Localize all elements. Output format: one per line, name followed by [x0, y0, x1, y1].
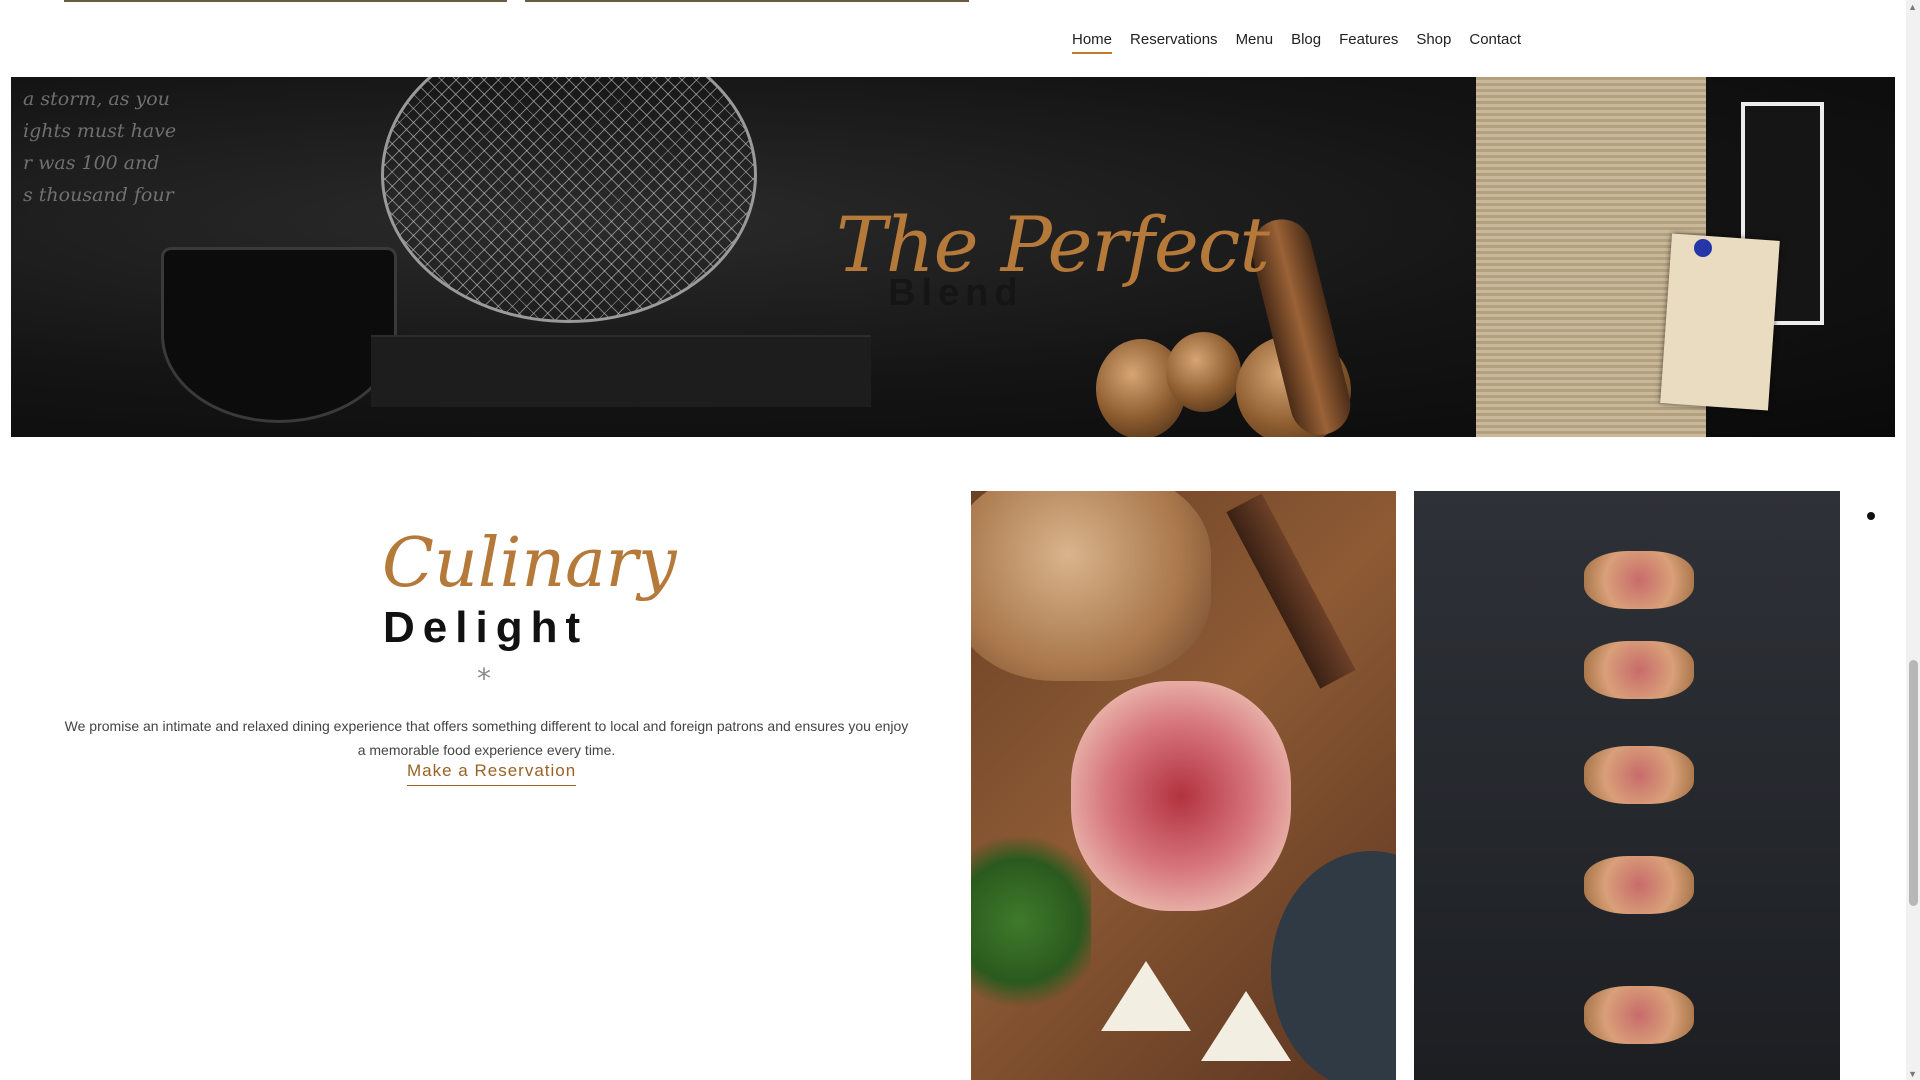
- wire-basket-image: [381, 77, 757, 323]
- main-navigation: Home Reservations Menu Blog Features Sho…: [1072, 31, 1521, 54]
- nav-item-blog[interactable]: Blog: [1291, 31, 1321, 54]
- dot-icon[interactable]: [1867, 512, 1875, 520]
- chalk-line: a storm, as you: [23, 88, 170, 110]
- section-script-title: Culinary: [382, 524, 677, 603]
- chalk-line: r was 100 and: [23, 152, 160, 174]
- bread-loaf-image: [971, 491, 1211, 681]
- chalkboard-text: a storm, as you ights must have r was 10…: [23, 83, 176, 211]
- page-scrollbar[interactable]: ▲ ▼: [1906, 0, 1920, 1080]
- arugula-image: [971, 821, 1091, 1021]
- cheese-wedge-image: [1201, 991, 1291, 1061]
- nav-item-home[interactable]: Home: [1072, 31, 1113, 54]
- asterisk-icon: *: [477, 662, 491, 695]
- section-title: Delight: [383, 603, 589, 652]
- cheese-wedge-image: [1101, 961, 1191, 1031]
- prosciutto-image: [1071, 681, 1291, 911]
- cutting-board-image: [371, 335, 871, 407]
- crostini-image: [1584, 641, 1694, 699]
- scroll-up-arrow-icon[interactable]: ▲: [1908, 2, 1917, 12]
- handwritten-note-image: [1660, 233, 1780, 411]
- nav-item-shop[interactable]: Shop: [1416, 31, 1451, 54]
- crostini-photo: [1414, 491, 1840, 1080]
- previous-section-image: [64, 0, 507, 2]
- wine-glass-image: [161, 247, 397, 423]
- chalk-line: s thousand four: [23, 184, 174, 206]
- crostini-image: [1584, 986, 1694, 1044]
- pushpin-icon: [1694, 239, 1712, 257]
- make-reservation-link[interactable]: Make a Reservation: [407, 761, 577, 786]
- banner-title: The Perfect: [836, 200, 1270, 289]
- nav-item-reservations[interactable]: Reservations: [1130, 31, 1218, 54]
- chalk-line: ights must have: [23, 120, 177, 142]
- bruschetta-photo: [971, 491, 1396, 1080]
- nav-item-menu[interactable]: Menu: [1236, 31, 1274, 54]
- scroll-down-arrow-icon[interactable]: ▼: [1908, 1069, 1917, 1079]
- section-description: We promise an intimate and relaxed dinin…: [64, 718, 909, 758]
- nav-item-features[interactable]: Features: [1339, 31, 1398, 54]
- crostini-image: [1584, 551, 1694, 609]
- bread-roll-image: [1166, 332, 1241, 412]
- hero-banner: a storm, as you ights must have r was 10…: [11, 77, 1895, 437]
- nav-item-contact[interactable]: Contact: [1469, 31, 1521, 54]
- crostini-image: [1584, 856, 1694, 914]
- scrollbar-thumb[interactable]: [1909, 660, 1918, 906]
- knife-image: [1226, 493, 1356, 689]
- crostini-image: [1584, 746, 1694, 804]
- previous-section-image: [525, 0, 969, 2]
